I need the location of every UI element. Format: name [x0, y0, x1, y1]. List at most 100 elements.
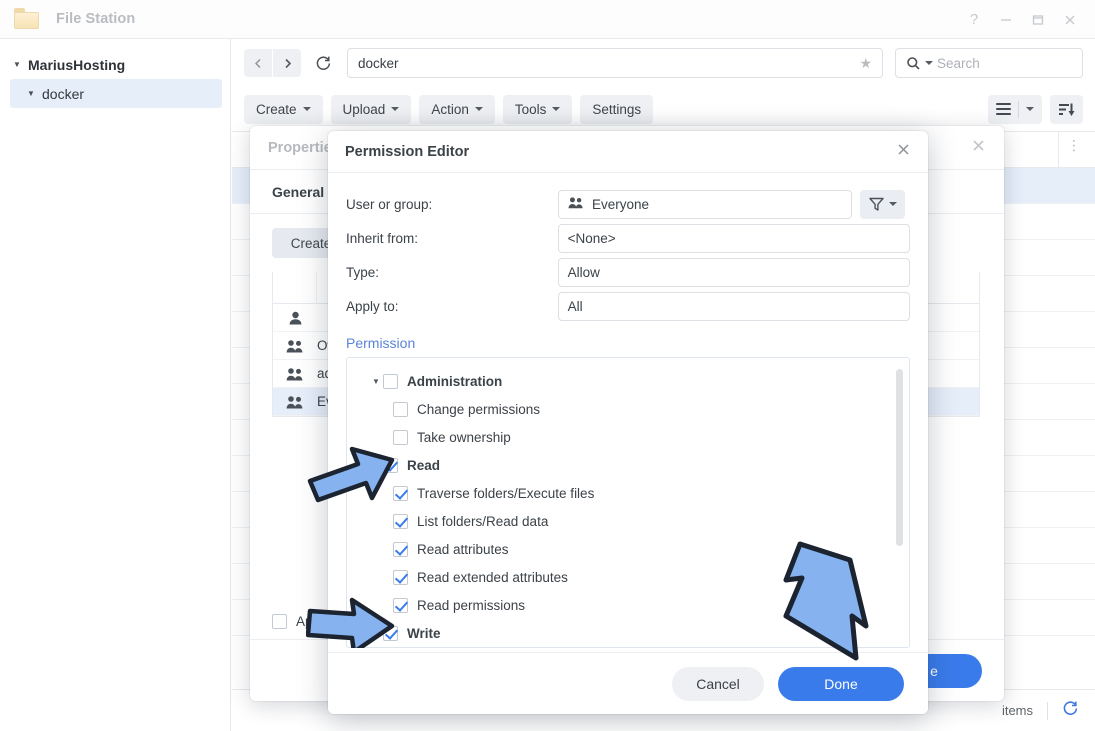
upload-button-label: Upload	[343, 102, 386, 117]
done-button[interactable]: Done	[778, 667, 904, 701]
navigation-bar: docker ★ Search	[232, 39, 1095, 87]
permission-checkbox[interactable]	[383, 458, 398, 473]
caret-down-icon[interactable]: ▼	[24, 89, 38, 98]
list-view-icon	[996, 103, 1011, 116]
permission-checkbox[interactable]	[383, 374, 398, 389]
user-or-group-label: User or group:	[346, 197, 558, 212]
permission-row-partial[interactable]	[347, 647, 909, 648]
permission-row-change-permissions[interactable]: Change permissions	[347, 395, 909, 423]
permission-row-list-folders[interactable]: List folders/Read data	[347, 507, 909, 535]
star-icon[interactable]: ★	[859, 55, 872, 72]
permission-tree: ▼ Administration Change permissions Take…	[346, 357, 910, 648]
folder-tree-pane: ▼ MariusHosting ▼ docker	[0, 39, 231, 731]
dialog-titlebar: Permission Editor	[328, 131, 928, 173]
inherit-from-row: Inherit from: <None>	[346, 221, 910, 255]
cancel-button[interactable]: Cancel	[672, 667, 764, 701]
close-icon[interactable]	[1055, 5, 1085, 35]
action-button[interactable]: Action	[419, 95, 495, 124]
action-toolbar: Create Upload Action Tools Settings	[232, 87, 1095, 131]
apply-to-value: All	[568, 299, 583, 314]
search-box[interactable]: Search	[895, 48, 1083, 78]
permission-row-administration[interactable]: ▼ Administration	[347, 367, 909, 395]
settings-button-label: Settings	[592, 102, 641, 117]
chevron-down-icon	[475, 107, 483, 111]
permission-label: Administration	[407, 374, 502, 389]
tools-button[interactable]: Tools	[503, 95, 573, 124]
chevron-down-icon[interactable]	[925, 61, 933, 65]
permission-row-take-ownership[interactable]: Take ownership	[347, 423, 909, 451]
permission-row-traverse-folders[interactable]: Traverse folders/Execute files	[347, 479, 909, 507]
permission-checkbox[interactable]	[393, 542, 408, 557]
view-mode-button[interactable]	[988, 95, 1042, 124]
permission-checkbox[interactable]	[383, 626, 398, 641]
inherit-from-label: Inherit from:	[346, 231, 558, 246]
apply-to-row: Apply to: All	[346, 289, 910, 323]
permission-row-read[interactable]: Read	[347, 451, 909, 479]
close-icon[interactable]	[896, 142, 911, 162]
permission-checkbox[interactable]	[393, 514, 408, 529]
address-value: docker	[358, 56, 399, 71]
type-row: Type: Allow	[346, 255, 910, 289]
user-or-group-select[interactable]: Everyone	[558, 190, 852, 219]
forward-button[interactable]	[273, 49, 301, 77]
permission-row-read-attributes[interactable]: Read attributes	[347, 535, 909, 563]
group-icon	[273, 339, 317, 353]
search-placeholder: Search	[937, 56, 980, 71]
reload-button[interactable]	[309, 49, 337, 77]
dialog-footer: Cancel Done	[328, 652, 928, 714]
user-or-group-row: User or group: Everyone	[346, 187, 910, 221]
dialog-title: Permission Editor	[345, 144, 469, 160]
sidebar-item-mariushosting[interactable]: ▼ MariusHosting	[0, 50, 230, 79]
search-icon	[906, 56, 921, 71]
user-or-group-value: Everyone	[592, 197, 649, 212]
permission-row-read-extended-attributes[interactable]: Read extended attributes	[347, 563, 909, 591]
permission-label: Read extended attributes	[417, 570, 568, 585]
sidebar-item-docker[interactable]: ▼ docker	[10, 79, 222, 108]
address-bar[interactable]: docker ★	[347, 48, 883, 78]
permission-label: Read permissions	[417, 598, 525, 613]
upload-button[interactable]: Upload	[331, 95, 412, 124]
refresh-icon[interactable]	[1062, 700, 1079, 722]
item-count-label: items	[1002, 703, 1033, 718]
permission-checkbox[interactable]	[393, 570, 408, 585]
group-icon	[273, 367, 317, 381]
sort-descending-icon	[1058, 102, 1075, 117]
type-value: Allow	[568, 265, 600, 280]
permission-label: Take ownership	[417, 430, 511, 445]
permission-label: Write	[407, 626, 441, 641]
help-button[interactable]: ?	[959, 5, 989, 35]
permission-row-read-permissions[interactable]: Read permissions	[347, 591, 909, 619]
apply-to-select[interactable]: All	[558, 292, 910, 321]
group-icon	[273, 395, 317, 409]
window-titlebar: File Station ?	[0, 0, 1095, 39]
tab-general-label: General	[272, 184, 324, 200]
view-controls	[988, 95, 1083, 124]
back-button[interactable]	[244, 49, 272, 77]
sidebar-item-label: MariusHosting	[28, 57, 125, 73]
minimize-icon[interactable]	[991, 5, 1021, 35]
permission-label: Change permissions	[417, 402, 540, 417]
chevron-down-icon[interactable]	[1026, 107, 1034, 111]
permission-checkbox[interactable]	[393, 598, 408, 613]
caret-down-icon[interactable]: ▼	[369, 377, 383, 386]
filter-icon	[869, 197, 884, 211]
type-select[interactable]: Allow	[558, 258, 910, 287]
properties-create-label: Create	[291, 236, 332, 251]
inherit-from-field[interactable]: <None>	[558, 224, 910, 253]
permission-row-write[interactable]: Write	[347, 619, 909, 647]
chevron-down-icon	[391, 107, 399, 111]
settings-button[interactable]: Settings	[580, 95, 653, 124]
close-icon[interactable]	[971, 138, 986, 158]
permission-checkbox[interactable]	[393, 430, 408, 445]
apply-checkbox[interactable]	[272, 614, 287, 629]
kebab-menu-icon[interactable]: ⋮	[1067, 141, 1081, 149]
permission-scrollbar[interactable]	[896, 369, 903, 546]
create-button[interactable]: Create	[244, 95, 323, 124]
caret-down-icon[interactable]: ▼	[10, 60, 24, 69]
permission-checkbox[interactable]	[393, 486, 408, 501]
maximize-icon[interactable]	[1023, 5, 1053, 35]
filter-button[interactable]	[860, 190, 905, 219]
sort-button[interactable]	[1050, 95, 1083, 124]
permission-checkbox[interactable]	[393, 402, 408, 417]
apply-to-subfolders-row: App	[272, 614, 320, 629]
